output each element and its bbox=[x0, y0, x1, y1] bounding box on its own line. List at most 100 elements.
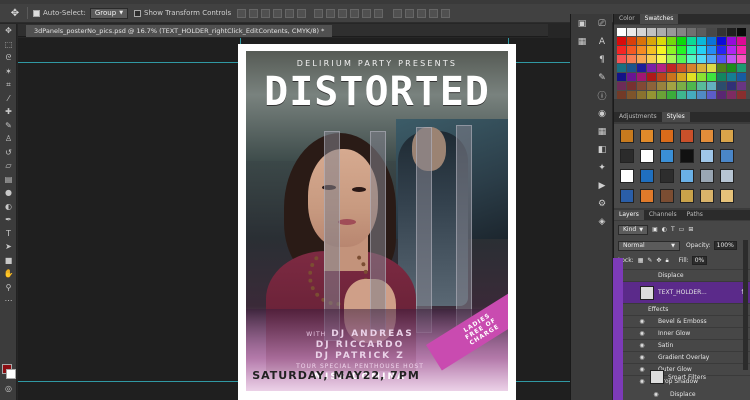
style-preset[interactable] bbox=[640, 189, 654, 203]
color-swatch[interactable] bbox=[687, 64, 696, 72]
dodge-icon[interactable]: ◐ bbox=[0, 200, 17, 214]
color-swatch[interactable] bbox=[707, 73, 716, 81]
align-right-icon[interactable] bbox=[297, 8, 307, 18]
color-swatch[interactable] bbox=[737, 37, 746, 45]
show-transform-checkbox[interactable] bbox=[134, 9, 142, 17]
style-preset[interactable] bbox=[700, 169, 714, 183]
color-swatch[interactable] bbox=[637, 46, 646, 54]
color-swatch[interactable] bbox=[717, 82, 726, 90]
color-swatch[interactable] bbox=[627, 46, 636, 54]
color-swatch[interactable] bbox=[727, 55, 736, 63]
color-swatch[interactable] bbox=[617, 91, 626, 99]
color-swatch[interactable] bbox=[737, 55, 746, 63]
color-swatch[interactable] bbox=[687, 73, 696, 81]
3d-roll-icon[interactable] bbox=[405, 8, 415, 18]
color-swatch[interactable] bbox=[647, 64, 656, 72]
color-swatch[interactable] bbox=[737, 28, 746, 36]
layer-comps-icon[interactable]: ◧ bbox=[597, 144, 608, 155]
lock-move-icon[interactable]: ✥ bbox=[656, 257, 661, 264]
align-hcenter-icon[interactable] bbox=[285, 8, 295, 18]
color-swatch[interactable] bbox=[737, 73, 746, 81]
tab-paths[interactable]: Paths bbox=[682, 210, 708, 220]
color-swatch[interactable] bbox=[627, 37, 636, 45]
displace-filter-row[interactable]: ◉ Displace bbox=[628, 388, 750, 400]
color-swatch[interactable] bbox=[617, 73, 626, 81]
color-swatch[interactable] bbox=[677, 37, 686, 45]
eye-icon[interactable]: ◉ bbox=[636, 316, 648, 327]
style-preset[interactable] bbox=[720, 129, 734, 143]
auto-select-checkbox[interactable] bbox=[33, 9, 40, 17]
color-swatch[interactable] bbox=[617, 37, 626, 45]
layer-row[interactable]: ◉ Displace bbox=[614, 269, 750, 281]
color-swatch[interactable] bbox=[687, 46, 696, 54]
color-swatch[interactable] bbox=[617, 82, 626, 90]
color-swatch[interactable] bbox=[667, 28, 676, 36]
effect-row[interactable]: ◉ Satin bbox=[614, 339, 750, 351]
color-swatch[interactable] bbox=[657, 28, 666, 36]
blend-mode-dropdown[interactable]: Normal ▼ bbox=[618, 240, 680, 251]
color-swatch[interactable] bbox=[667, 55, 676, 63]
eye-icon[interactable]: ◉ bbox=[636, 328, 648, 339]
lock-all-icon[interactable]: 🔒︎ bbox=[665, 257, 668, 265]
color-swatch[interactable] bbox=[697, 55, 706, 63]
color-swatch[interactable] bbox=[647, 37, 656, 45]
paragraph-icon[interactable]: ¶ bbox=[597, 54, 608, 65]
color-swatch[interactable] bbox=[637, 64, 646, 72]
color-swatch[interactable] bbox=[727, 64, 736, 72]
tab-color[interactable]: Color bbox=[614, 14, 640, 24]
color-swatch[interactable] bbox=[737, 46, 746, 54]
color-swatch[interactable] bbox=[707, 46, 716, 54]
color-swatch[interactable] bbox=[727, 28, 736, 36]
layers-scrollbar[interactable] bbox=[743, 240, 748, 370]
color-swatch[interactable] bbox=[707, 55, 716, 63]
lasso-icon[interactable]: ᘓ bbox=[0, 51, 17, 65]
color-swatch[interactable] bbox=[697, 37, 706, 45]
tab-styles[interactable]: Styles bbox=[661, 112, 690, 122]
color-swatch[interactable] bbox=[627, 73, 636, 81]
style-preset[interactable] bbox=[640, 129, 654, 143]
color-swatch[interactable] bbox=[657, 64, 666, 72]
color-swatch[interactable] bbox=[657, 46, 666, 54]
actions-icon[interactable]: ▶ bbox=[597, 180, 608, 191]
color-swatch[interactable] bbox=[647, 91, 656, 99]
color-swatch[interactable] bbox=[677, 82, 686, 90]
style-preset[interactable] bbox=[720, 189, 734, 203]
brush-icon[interactable]: ✎ bbox=[0, 119, 17, 133]
color-swatch[interactable] bbox=[717, 55, 726, 63]
color-swatch[interactable] bbox=[687, 82, 696, 90]
navigator-icon[interactable]: ◉ bbox=[597, 108, 608, 119]
eye-icon[interactable]: ◉ bbox=[636, 352, 648, 363]
character-icon[interactable]: A bbox=[597, 36, 608, 47]
color-swatch[interactable] bbox=[697, 82, 706, 90]
color-swatch[interactable] bbox=[647, 82, 656, 90]
color-swatch[interactable] bbox=[717, 91, 726, 99]
color-swatch[interactable] bbox=[717, 28, 726, 36]
style-preset[interactable] bbox=[660, 189, 674, 203]
distribute-vcenter-icon[interactable] bbox=[326, 8, 336, 18]
color-swatch[interactable] bbox=[667, 46, 676, 54]
align-bottom-icon[interactable] bbox=[261, 8, 271, 18]
color-swatch[interactable] bbox=[717, 64, 726, 72]
style-preset[interactable] bbox=[680, 149, 694, 163]
kind-filter-dropdown[interactable]: Kind ▼ bbox=[618, 224, 649, 235]
zoom-icon[interactable]: ⚲ bbox=[0, 281, 17, 295]
color-swatch[interactable] bbox=[617, 55, 626, 63]
shape-icon[interactable]: ■ bbox=[0, 254, 17, 268]
color-swatch[interactable] bbox=[677, 55, 686, 63]
color-swatch[interactable] bbox=[637, 82, 646, 90]
color-swatch[interactable] bbox=[707, 64, 716, 72]
tab-channels[interactable]: Channels bbox=[644, 210, 682, 220]
color-swatch[interactable] bbox=[737, 82, 746, 90]
color-swatch[interactable] bbox=[667, 64, 676, 72]
eyedropper-icon[interactable]: ⁄ bbox=[0, 92, 17, 106]
tool-presets-icon[interactable]: ✎ bbox=[597, 72, 608, 83]
lock-pixels-icon[interactable]: ▦ bbox=[638, 257, 644, 264]
color-swatch[interactable] bbox=[727, 91, 736, 99]
move-tool-icon[interactable]: ✥ bbox=[0, 24, 17, 38]
color-swatch[interactable] bbox=[667, 91, 676, 99]
properties-icon[interactable]: ⎚ bbox=[597, 18, 608, 29]
background-color-swatch[interactable] bbox=[6, 369, 16, 379]
type-icon[interactable]: T bbox=[0, 227, 17, 241]
color-swatch[interactable] bbox=[717, 46, 726, 54]
style-preset[interactable] bbox=[620, 129, 634, 143]
